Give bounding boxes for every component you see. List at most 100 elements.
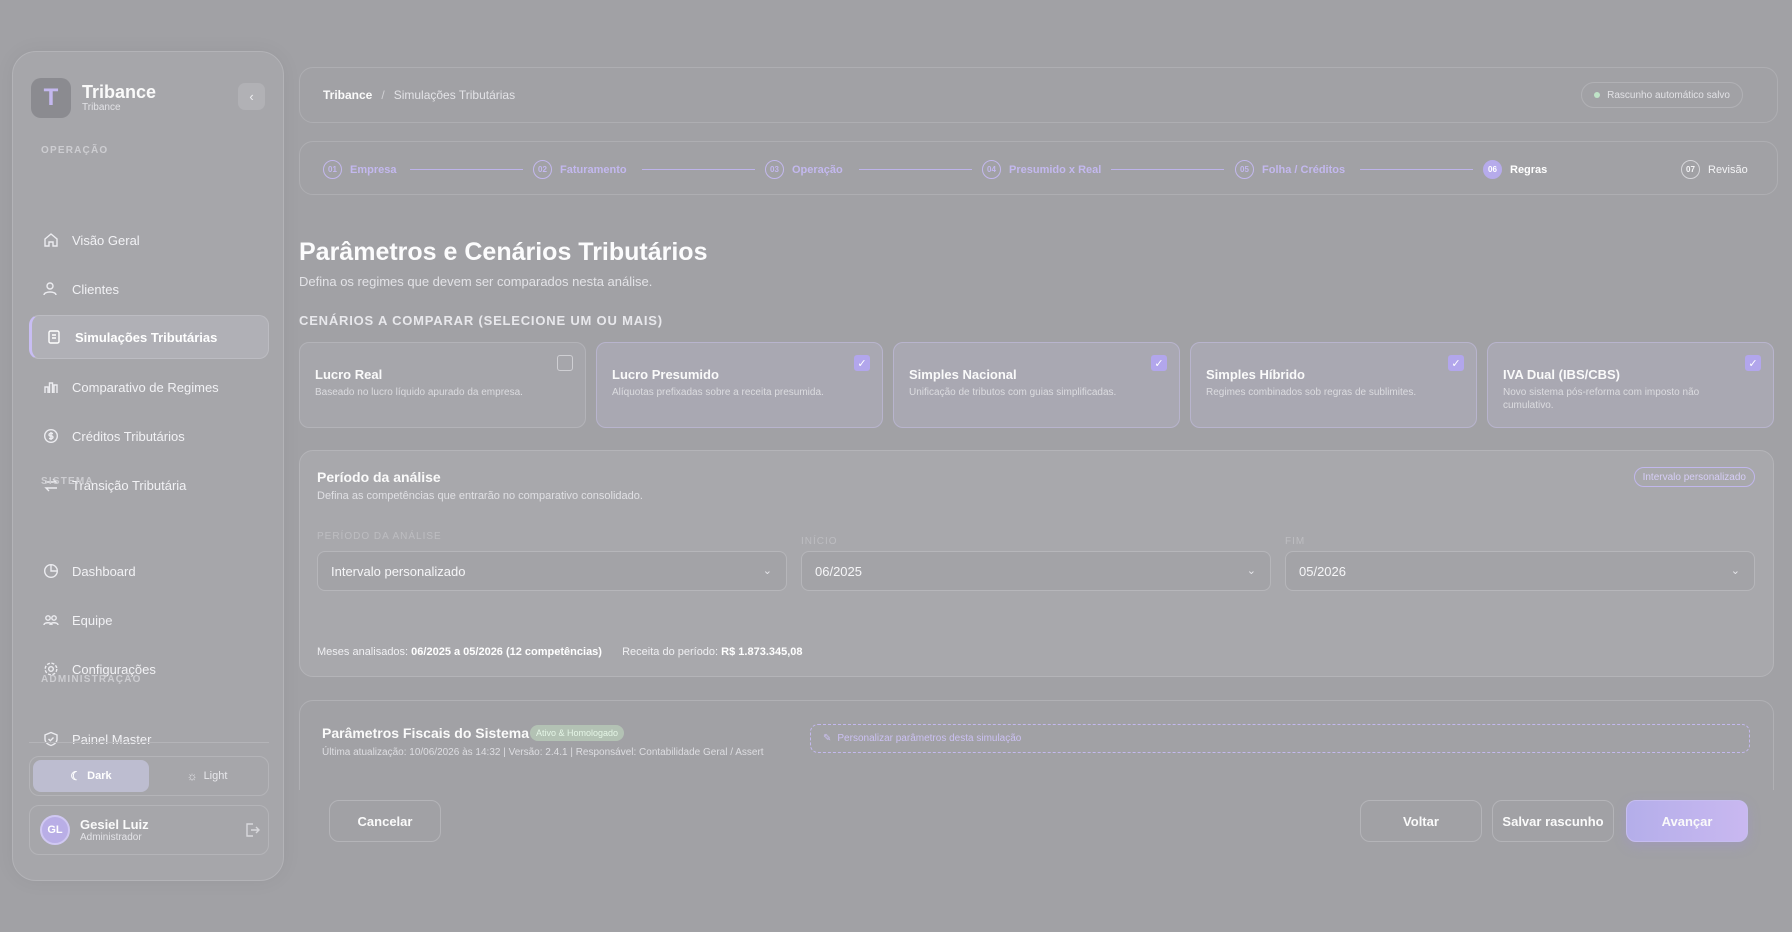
fim-select-value: 05/2026 bbox=[1299, 563, 1346, 579]
scenario-card-simples-nacional[interactable]: Simples Nacional Unificação de tributos … bbox=[893, 342, 1180, 428]
scenario-checkbox[interactable]: ✓ bbox=[1448, 355, 1464, 371]
user-card[interactable]: GL Gesiel Luiz Administrador bbox=[29, 805, 269, 855]
step-number: 03 bbox=[765, 160, 784, 179]
step-number: 07 bbox=[1681, 160, 1700, 179]
document-icon bbox=[45, 329, 62, 346]
dollar-icon bbox=[42, 428, 59, 445]
scenarios-section-label: CENÁRIOS A COMPARAR (SELECIONE UM OU MAI… bbox=[299, 313, 663, 328]
step-revisao[interactable]: 07 Revisão bbox=[1681, 160, 1748, 179]
scenario-description: Baseado no lucro líquido apurado da empr… bbox=[315, 387, 523, 398]
sidebar-item-clientes[interactable]: Clientes bbox=[29, 267, 269, 311]
brand[interactable]: T Tribance Tribance bbox=[31, 78, 156, 118]
personalize-params-button[interactable]: ✎ Personalizar parâmetros desta simulaçã… bbox=[810, 724, 1750, 753]
step-label: Folha / Créditos bbox=[1262, 163, 1346, 176]
sidebar-item-creditos[interactable]: Créditos Tributários bbox=[29, 414, 269, 458]
step-label: Faturamento bbox=[560, 163, 627, 176]
sidebar-item-comparativo[interactable]: Comparativo de Regimes bbox=[29, 365, 269, 409]
inicio-field-label: INÍCIO bbox=[801, 536, 838, 547]
period-subtitle: Defina as competências que entrarão no c… bbox=[317, 490, 643, 502]
periodo-select[interactable]: Intervalo personalizado ⌄ bbox=[317, 551, 787, 591]
check-icon: ✓ bbox=[1154, 357, 1164, 370]
scenario-card-iva-dual[interactable]: IVA Dual (IBS/CBS) Novo sistema pós-refo… bbox=[1487, 342, 1774, 428]
user-name: Gesiel Luiz bbox=[80, 817, 149, 832]
step-regras[interactable]: 06 Regras bbox=[1483, 160, 1547, 179]
scenario-title: Simples Nacional bbox=[909, 367, 1017, 382]
sidebar: T Tribance Tribance ‹ OPERAÇÃO Visão Ger… bbox=[12, 51, 284, 881]
step-faturamento[interactable]: 02 Faturamento bbox=[533, 160, 627, 179]
back-button[interactable]: Voltar bbox=[1360, 800, 1482, 842]
breadcrumb-separator: / bbox=[381, 88, 385, 102]
avatar: GL bbox=[40, 815, 70, 845]
scenario-description: Novo sistema pós-reforma com imposto não… bbox=[1503, 387, 1700, 411]
theme-light-label: Light bbox=[203, 770, 228, 782]
collapse-sidebar-button[interactable]: ‹ bbox=[238, 83, 265, 110]
step-label: Operação bbox=[792, 163, 843, 176]
pie-chart-icon bbox=[42, 563, 59, 580]
scenario-title: Lucro Presumido bbox=[612, 367, 719, 382]
autosave-status: Rascunho automático salvo bbox=[1581, 82, 1743, 108]
sidebar-item-dashboard[interactable]: Dashboard bbox=[29, 549, 269, 593]
status-dot-icon bbox=[1594, 92, 1601, 98]
step-connector bbox=[410, 169, 523, 170]
theme-toggle: ☾ Dark ☼ Light bbox=[29, 756, 269, 796]
sidebar-item-label: Clientes bbox=[72, 281, 119, 297]
step-number: 01 bbox=[323, 160, 342, 179]
fiscal-title: Parâmetros Fiscais do Sistema bbox=[322, 725, 529, 741]
step-empresa[interactable]: 01 Empresa bbox=[323, 160, 396, 179]
scenario-card-lucro-presumido[interactable]: Lucro Presumido Alíquotas prefixadas sob… bbox=[596, 342, 883, 428]
home-icon bbox=[42, 232, 59, 249]
user-role: Administrador bbox=[80, 832, 142, 843]
scenario-checkbox[interactable]: ✓ bbox=[854, 355, 870, 371]
chevron-down-icon: ⌄ bbox=[1246, 565, 1256, 577]
scenario-description: Regimes combinados sob regras de sublimi… bbox=[1206, 387, 1417, 398]
sun-icon: ☼ bbox=[186, 769, 198, 783]
scenario-card-lucro-real[interactable]: Lucro Real Baseado no lucro líquido apur… bbox=[299, 342, 586, 428]
brand-name: Tribance bbox=[82, 82, 157, 102]
step-connector bbox=[1360, 169, 1473, 170]
save-draft-button[interactable]: Salvar rascunho bbox=[1492, 800, 1614, 842]
cancel-button[interactable]: Cancelar bbox=[329, 800, 441, 842]
scenario-description: Unificação de tributos com guias simplif… bbox=[909, 387, 1117, 398]
sidebar-item-label: Dashboard bbox=[72, 563, 136, 579]
step-number: 04 bbox=[982, 160, 1001, 179]
fiscal-status-badge: Ativo & Homologado bbox=[530, 725, 625, 741]
step-connector bbox=[859, 169, 972, 170]
step-label: Revisão bbox=[1708, 163, 1748, 176]
sidebar-item-simulacoes[interactable]: Simulações Tributárias bbox=[29, 315, 269, 359]
theme-light-button[interactable]: ☼ Light bbox=[149, 760, 265, 792]
scenario-title: Simples Híbrido bbox=[1206, 367, 1305, 382]
section-label-operacao: OPERAÇÃO bbox=[41, 145, 109, 156]
step-presumido-real[interactable]: 04 Presumido x Real bbox=[982, 160, 1101, 179]
user-info: Gesiel Luiz Administrador bbox=[80, 817, 149, 843]
sidebar-item-label: Créditos Tributários bbox=[72, 428, 185, 444]
sidebar-item-visao-geral[interactable]: Visão Geral bbox=[29, 218, 269, 262]
scenario-checkbox[interactable]: ✓ bbox=[1745, 355, 1761, 371]
scenario-checkbox[interactable] bbox=[557, 355, 573, 371]
chevron-down-icon: ⌄ bbox=[1730, 565, 1740, 577]
periodo-field-label: PERÍODO DA ANÁLISE bbox=[317, 531, 442, 542]
sidebar-item-painel-master[interactable]: Painel Master bbox=[29, 717, 269, 761]
logout-icon[interactable] bbox=[244, 822, 260, 841]
meses-label: Meses analisados: bbox=[317, 646, 409, 658]
next-button[interactable]: Avançar bbox=[1626, 800, 1748, 842]
check-icon: ✓ bbox=[1451, 357, 1461, 370]
brand-logo: T bbox=[31, 78, 71, 118]
autosave-label: Rascunho automático salvo bbox=[1607, 89, 1730, 101]
inicio-select[interactable]: 06/2025 ⌄ bbox=[801, 551, 1271, 591]
period-badge: Intervalo personalizado bbox=[1633, 467, 1755, 487]
step-operacao[interactable]: 03 Operação bbox=[765, 160, 843, 179]
step-number: 05 bbox=[1235, 160, 1254, 179]
sidebar-item-label: Simulações Tributárias bbox=[75, 329, 218, 345]
fim-select[interactable]: 05/2026 ⌄ bbox=[1285, 551, 1755, 591]
theme-dark-button[interactable]: ☾ Dark bbox=[33, 760, 149, 792]
personalize-label: Personalizar parâmetros desta simulação bbox=[837, 733, 1022, 744]
sidebar-item-equipe[interactable]: Equipe bbox=[29, 598, 269, 642]
breadcrumb-root[interactable]: Tribance bbox=[323, 88, 372, 102]
scenario-checkbox[interactable]: ✓ bbox=[1151, 355, 1167, 371]
step-folha-creditos[interactable]: 05 Folha / Créditos bbox=[1235, 160, 1345, 179]
receita-value: R$ 1.873.345,08 bbox=[721, 646, 803, 658]
scenario-card-simples-hibrido[interactable]: Simples Híbrido Regimes combinados sob r… bbox=[1190, 342, 1477, 428]
brand-subtitle: Tribance bbox=[82, 102, 121, 113]
sidebar-item-label: Comparativo de Regimes bbox=[72, 379, 219, 395]
theme-dark-label: Dark bbox=[87, 770, 112, 782]
